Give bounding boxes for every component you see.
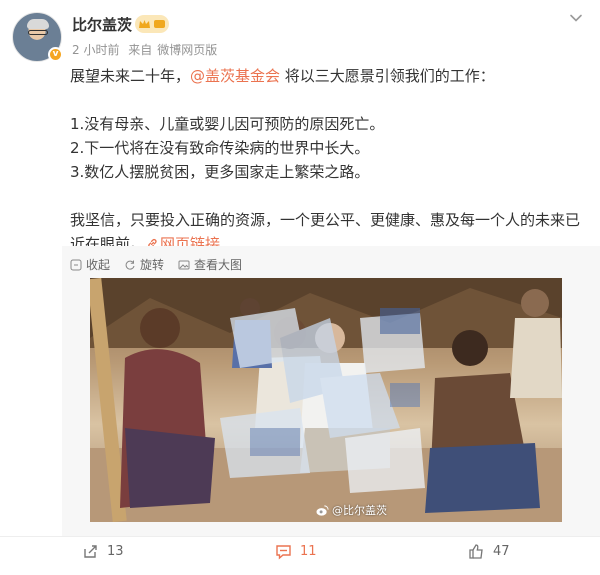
collapse-icon (70, 259, 82, 270)
media-toolbar: 收起 旋转 查看大图 (70, 256, 242, 273)
photo-scene (90, 278, 562, 522)
post-time[interactable]: 2 小时前 (72, 43, 119, 57)
weibo-logo-icon (316, 504, 329, 516)
rotate-button[interactable]: 旋转 (124, 256, 164, 273)
comment-icon (276, 545, 291, 560)
repost-count: 13 (107, 544, 124, 559)
intro-text: 展望未来二十年， (70, 67, 191, 85)
comment-button[interactable]: 11 (275, 543, 317, 560)
view-large-label: 查看大图 (194, 258, 243, 272)
mention-link[interactable]: @盖茨基金会 (190, 67, 280, 85)
post-meta: 2 小时前 来自 微博网页版 (72, 41, 222, 58)
like-count: 47 (493, 544, 510, 559)
author-name[interactable]: 比尔盖茨 (72, 14, 132, 35)
chevron-down-icon[interactable] (568, 10, 584, 26)
rotate-label: 旋转 (140, 258, 165, 272)
comment-count: 11 (300, 544, 317, 559)
post-text: 展望未来二十年，@盖茨基金会 将以三大愿景引领我们的工作： 1.没有母亲、儿童或… (70, 66, 590, 256)
collapse-label: 收起 (86, 258, 111, 272)
image-icon (178, 260, 190, 269)
vision-item-2: 2.下一代将在没有致命传染病的世界中长大。 (70, 139, 370, 157)
source-prefix: 来自 (128, 43, 153, 57)
post-photo[interactable] (90, 278, 562, 522)
view-large-button[interactable]: 查看大图 (178, 256, 242, 273)
post-source: 微博网页版 (157, 43, 218, 57)
rotate-icon (125, 260, 135, 270)
watermark-text: @比尔盖茨 (332, 504, 387, 517)
thumbs-up-icon (469, 544, 483, 559)
vision-item-1: 1.没有母亲、儿童或婴儿因可预防的原因死亡。 (70, 115, 385, 133)
vision-item-3: 3.数亿人摆脱贫困，更多国家走上繁荣之路。 (70, 163, 370, 181)
weibo-post-card: v 比尔盖茨 2 小时前 来自 微博网页版 展望未来二十年，@盖茨基金会 将以三大… (0, 0, 600, 575)
vip-crown-badge-icon[interactable] (135, 15, 169, 33)
intro-line: 展望未来二十年，@盖茨基金会 将以三大愿景引领我们的工作： (70, 64, 590, 88)
repost-button[interactable]: 13 (82, 543, 124, 560)
collapse-button[interactable]: 收起 (70, 256, 110, 273)
intro-text-after: 将以三大愿景引领我们的工作： (280, 67, 495, 85)
footer-divider (0, 536, 600, 537)
verified-badge-icon: v (48, 47, 63, 62)
photo-watermark: @比尔盖茨 (316, 502, 387, 518)
repost-icon (84, 545, 97, 558)
like-button[interactable]: 47 (468, 543, 510, 560)
